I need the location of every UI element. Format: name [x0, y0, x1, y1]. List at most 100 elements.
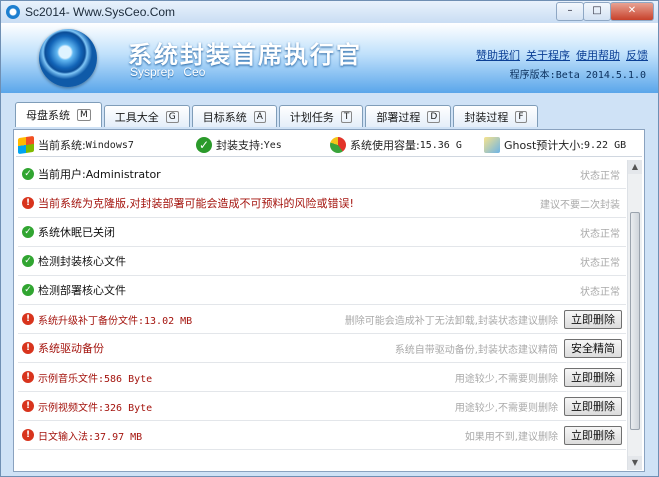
- tab-label: 目标系统: [202, 110, 247, 124]
- list-item: ✓ 检测部署核心文件 状态正常: [18, 276, 626, 305]
- delete-now-button[interactable]: 立即删除: [564, 426, 622, 445]
- item-text: 检测部署核心文件: [38, 284, 126, 297]
- delete-now-button[interactable]: 立即删除: [564, 397, 622, 416]
- tab-shortcut: F: [515, 110, 527, 123]
- os-value: Windows7: [85, 139, 134, 151]
- tab-deploy-process[interactable]: 部署过程 D: [365, 105, 452, 127]
- warning-icon: !: [22, 342, 34, 354]
- item-note: 系统自带驱动备份,封装状态建议精简: [394, 344, 558, 356]
- item-text: 系统驱动备份: [38, 342, 104, 355]
- tab-label: 封装过程: [464, 110, 509, 124]
- scroll-down-icon[interactable]: ▼: [628, 456, 642, 470]
- tab-target-system[interactable]: 目标系统 A: [191, 105, 277, 127]
- tab-shortcut: D: [427, 110, 441, 123]
- os-label: 当前系统:: [38, 139, 86, 152]
- delete-now-button[interactable]: 立即删除: [564, 310, 622, 329]
- list-item: ✓ 检测封装核心文件 状态正常: [18, 247, 626, 276]
- header-banner: 系统封装首席执行官 Sysprep Ceo 赞助我们 关于程序 使用帮助 反馈 …: [1, 23, 658, 93]
- header-links: 赞助我们 关于程序 使用帮助 反馈: [476, 47, 648, 63]
- title-bar[interactable]: Sc2014- Www.SysCeo.Com – □ ✕: [1, 1, 658, 23]
- support-value: Yes: [263, 139, 282, 151]
- list-item: ✓ 系统休眠已关闭 状态正常: [18, 218, 626, 247]
- usage-value: 15.36 G: [419, 139, 462, 151]
- item-text: 示例视频文件:326 Byte: [38, 402, 153, 414]
- item-text: 当前系统为克隆版,对封装部署可能会造成不可预料的风险或错误!: [38, 197, 354, 210]
- tab-shortcut: G: [165, 110, 179, 123]
- tab-label: 工具大全: [114, 110, 159, 124]
- ghost-label: Ghost预计大小:: [504, 139, 584, 152]
- tab-scheduled-tasks[interactable]: 计划任务 T: [278, 105, 364, 127]
- list-item: ! 系统升级补丁备份文件:13.02 MB 删除可能会造成补丁无法卸载,封装状态…: [18, 305, 626, 334]
- support-label: 封装支持:: [216, 139, 264, 152]
- disk-usage-icon: [330, 137, 346, 153]
- maximize-button[interactable]: □: [583, 2, 611, 21]
- tab-bar: 母盘系统 M 工具大全 G 目标系统 A 计划任务 T 部署过程 D 封装过程 …: [15, 102, 540, 129]
- app-window: Sc2014- Www.SysCeo.Com – □ ✕ 系统封装首席执行官 S…: [0, 0, 659, 477]
- version-label: 程序版本:Beta 2014.5.1.0: [509, 70, 646, 81]
- tab-tools[interactable]: 工具大全 G: [103, 105, 190, 127]
- item-note: 删除可能会造成补丁无法卸载,封装状态建议删除: [344, 315, 558, 327]
- check-ok-icon: ✓: [22, 168, 34, 180]
- app-subtitle: Sysprep Ceo: [130, 65, 206, 79]
- master-system-panel: 当前系统: Windows7 ✓ 封装支持: Yes 系统使用容量: 15.36…: [13, 129, 645, 472]
- tab-label: 母盘系统: [26, 109, 70, 122]
- ghost-icon: [484, 137, 500, 153]
- tab-package-process[interactable]: 封装过程 F: [453, 105, 538, 127]
- item-note: 如果用不到,建议删除: [464, 431, 558, 443]
- about-link[interactable]: 关于程序: [526, 47, 570, 63]
- check-ok-icon: ✓: [22, 284, 34, 296]
- item-note: 状态正常: [580, 257, 620, 269]
- system-stats-bar: 当前系统: Windows7 ✓ 封装支持: Yes 系统使用容量: 15.36…: [16, 134, 642, 157]
- item-note: 建议不要二次封装: [540, 199, 620, 211]
- warning-icon: !: [22, 371, 34, 383]
- item-text: 系统休眠已关闭: [38, 226, 115, 239]
- vertical-scrollbar[interactable]: ▲ ▼: [627, 160, 642, 470]
- tab-label: 计划任务: [289, 110, 334, 124]
- item-note: 用途较少,不需要则删除: [454, 373, 558, 385]
- close-button[interactable]: ✕: [610, 2, 654, 21]
- check-ok-icon: ✓: [22, 226, 34, 238]
- ghost-value: 9.22 GB: [583, 139, 627, 151]
- ghost-size-stat: Ghost预计大小: 9.22 GB: [484, 137, 626, 153]
- warning-icon: !: [22, 429, 34, 441]
- item-text: 检测封装核心文件: [38, 255, 126, 268]
- item-text: 当前用户:Administrator: [38, 168, 161, 181]
- feedback-link[interactable]: 反馈: [626, 47, 648, 63]
- list-item: ! 当前系统为克隆版,对封装部署可能会造成不可预料的风险或错误! 建议不要二次封…: [18, 189, 626, 218]
- list-item: ! 系统驱动备份 系统自带驱动备份,封装状态建议精简 安全精简: [18, 334, 626, 363]
- scroll-thumb[interactable]: [630, 212, 640, 430]
- app-icon: [6, 5, 20, 19]
- list-item: ✓ 当前用户:Administrator 状态正常: [18, 160, 626, 189]
- current-os-stat: 当前系统: Windows7: [18, 135, 134, 155]
- safe-trim-button[interactable]: 安全精简: [564, 339, 622, 358]
- tab-shortcut: T: [340, 110, 353, 123]
- tab-label: 部署过程: [376, 110, 421, 124]
- minimize-button[interactable]: –: [556, 2, 584, 21]
- scroll-up-icon[interactable]: ▲: [628, 160, 642, 174]
- window-controls: – □ ✕: [556, 2, 654, 21]
- window-title: Sc2014- Www.SysCeo.Com: [25, 5, 176, 19]
- tab-shortcut: A: [253, 110, 266, 123]
- item-note: 状态正常: [580, 228, 620, 240]
- warning-icon: !: [22, 313, 34, 325]
- list-item: ! 示例视频文件:326 Byte 用途较少,不需要则删除 立即删除: [18, 392, 626, 421]
- item-text: 系统升级补丁备份文件:13.02 MB: [38, 315, 193, 327]
- warning-icon: !: [22, 400, 34, 412]
- check-list: ✓ 当前用户:Administrator 状态正常 ! 当前系统为克隆版,对封装…: [18, 160, 626, 450]
- item-note: 状态正常: [580, 286, 620, 298]
- list-item: ! 日文输入法:37.97 MB 如果用不到,建议删除 立即删除: [18, 421, 626, 450]
- help-link[interactable]: 使用帮助: [576, 47, 620, 63]
- disk-usage-stat: 系统使用容量: 15.36 G: [330, 137, 462, 153]
- tab-master-system[interactable]: 母盘系统 M: [15, 102, 102, 127]
- sponsor-link[interactable]: 赞助我们: [476, 47, 520, 63]
- item-note: 用途较少,不需要则删除: [454, 402, 558, 414]
- item-text: 日文输入法:37.97 MB: [38, 431, 143, 443]
- check-ok-icon: ✓: [22, 255, 34, 267]
- tab-shortcut: M: [77, 109, 91, 121]
- app-logo: [39, 29, 97, 87]
- delete-now-button[interactable]: 立即删除: [564, 368, 622, 387]
- usage-label: 系统使用容量:: [350, 139, 420, 152]
- list-item: ! 示例音乐文件:586 Byte 用途较少,不需要则删除 立即删除: [18, 363, 626, 392]
- item-note: 状态正常: [580, 170, 620, 182]
- warning-icon: !: [22, 197, 34, 209]
